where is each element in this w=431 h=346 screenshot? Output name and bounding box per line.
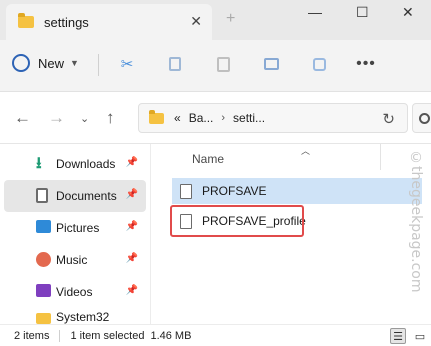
new-button[interactable]: New ▼ [12, 54, 79, 72]
sort-chevron-up-icon: ︿ [301, 146, 311, 156]
address-bar[interactable]: « Ba... › setti... ↻ [138, 103, 408, 133]
pin-icon[interactable]: 📌 [126, 189, 138, 200]
pin-icon[interactable]: 📌 [126, 221, 138, 232]
back-button[interactable]: ← [14, 108, 31, 128]
close-tab-icon[interactable]: ✕ [190, 13, 202, 30]
sidebar-item-label: Downloads [56, 157, 116, 171]
sidebar-item-downloads[interactable]: ⭳ Downloads 📌 [4, 148, 146, 180]
selection-size: 1.46 MB [150, 329, 192, 342]
chevron-down-icon: ▼ [70, 58, 79, 68]
music-icon [36, 252, 51, 267]
rename-button[interactable] [262, 55, 280, 73]
sidebar-item-label: Documents [56, 189, 117, 203]
forward-button[interactable]: → [48, 108, 65, 128]
download-icon: ⭳ [36, 155, 42, 172]
details-view-button[interactable]: ☰ [390, 328, 406, 344]
maximize-button[interactable]: ☐ [356, 4, 369, 21]
column-header-name[interactable]: Name [192, 152, 224, 166]
pictures-icon [36, 220, 51, 233]
search-icon [419, 112, 430, 124]
documents-icon [36, 188, 48, 203]
tab-settings[interactable]: settings ✕ [6, 4, 212, 40]
title-bar: settings ✕ + — ☐ ✕ [0, 0, 431, 40]
copy-icon [169, 57, 181, 71]
folder-icon [18, 13, 34, 28]
copy-button[interactable] [166, 55, 184, 73]
close-window-button[interactable]: ✕ [402, 4, 414, 21]
sidebar-item-videos[interactable]: Videos 📌 [4, 276, 146, 308]
sidebar-item-label: Pictures [56, 221, 100, 235]
sidebar-item-label: System32 [56, 310, 110, 324]
cut-button[interactable]: ✂ [118, 55, 136, 73]
folder-icon [149, 109, 164, 124]
sidebar-item-label: Videos [56, 285, 93, 299]
breadcrumb-ba[interactable]: Ba... [189, 111, 214, 125]
file-icon [180, 183, 192, 199]
toolbar-divider [98, 54, 99, 76]
file-list: ︿ Name PROFSAVE PROFSAVE_profile [158, 144, 431, 324]
pin-icon[interactable]: 📌 [126, 157, 138, 168]
paste-button[interactable] [214, 55, 232, 73]
navigation-bar: ← → ⌄ ↑ « Ba... › setti... ↻ Se [0, 92, 431, 144]
recent-locations-button[interactable]: ⌄ [80, 112, 89, 125]
rename-icon [263, 58, 279, 70]
new-icon [12, 54, 30, 72]
breadcrumb-separator: › [221, 112, 226, 124]
up-button[interactable]: ↑ [106, 108, 115, 128]
breadcrumb-overflow[interactable]: « [174, 111, 181, 125]
file-name: PROFSAVE [202, 184, 267, 198]
column-divider[interactable] [380, 144, 381, 170]
sidebar-item-documents[interactable]: Documents 📌 [4, 180, 146, 212]
sidebar-item-system32[interactable]: System32 [4, 308, 146, 324]
status-bar: 2 items 1 item selected 1.46 MB ☰ ▭ [0, 324, 431, 346]
share-button[interactable] [310, 55, 328, 73]
pin-icon[interactable]: 📌 [126, 253, 138, 264]
sidebar-item-label: Music [56, 253, 88, 267]
breadcrumb-settings[interactable]: setti... [233, 111, 265, 125]
scissors-icon: ✂ [120, 56, 134, 73]
paste-icon [216, 56, 230, 72]
share-icon [312, 57, 326, 71]
watermark: ©thegeekpage.com [408, 150, 424, 293]
highlight-box [170, 205, 304, 237]
folder-icon [36, 313, 51, 324]
command-bar: New ▼ ✂ ••• [0, 40, 431, 92]
sidebar-item-music[interactable]: Music 📌 [4, 244, 146, 276]
status-divider [59, 329, 61, 342]
new-tab-button[interactable]: + [226, 10, 235, 28]
list-item[interactable]: PROFSAVE [172, 178, 422, 204]
tab-title: settings [44, 14, 89, 30]
videos-icon [36, 284, 51, 297]
selection-count: 1 item selected [70, 329, 145, 342]
pane-divider [150, 144, 151, 324]
sidebar-item-pictures[interactable]: Pictures 📌 [4, 212, 146, 244]
pin-icon[interactable]: 📌 [126, 285, 138, 296]
more-options-button[interactable]: ••• [354, 55, 378, 73]
refresh-icon[interactable]: ↻ [382, 110, 395, 128]
item-count: 2 items [14, 329, 50, 342]
new-label: New [38, 55, 65, 71]
search-input[interactable]: Se [412, 103, 431, 133]
navigation-pane: ⭳ Downloads 📌 Documents 📌 Pictures 📌 Mus… [0, 144, 150, 324]
minimize-button[interactable]: — [308, 4, 322, 20]
tiles-view-button[interactable]: ▭ [412, 328, 428, 344]
